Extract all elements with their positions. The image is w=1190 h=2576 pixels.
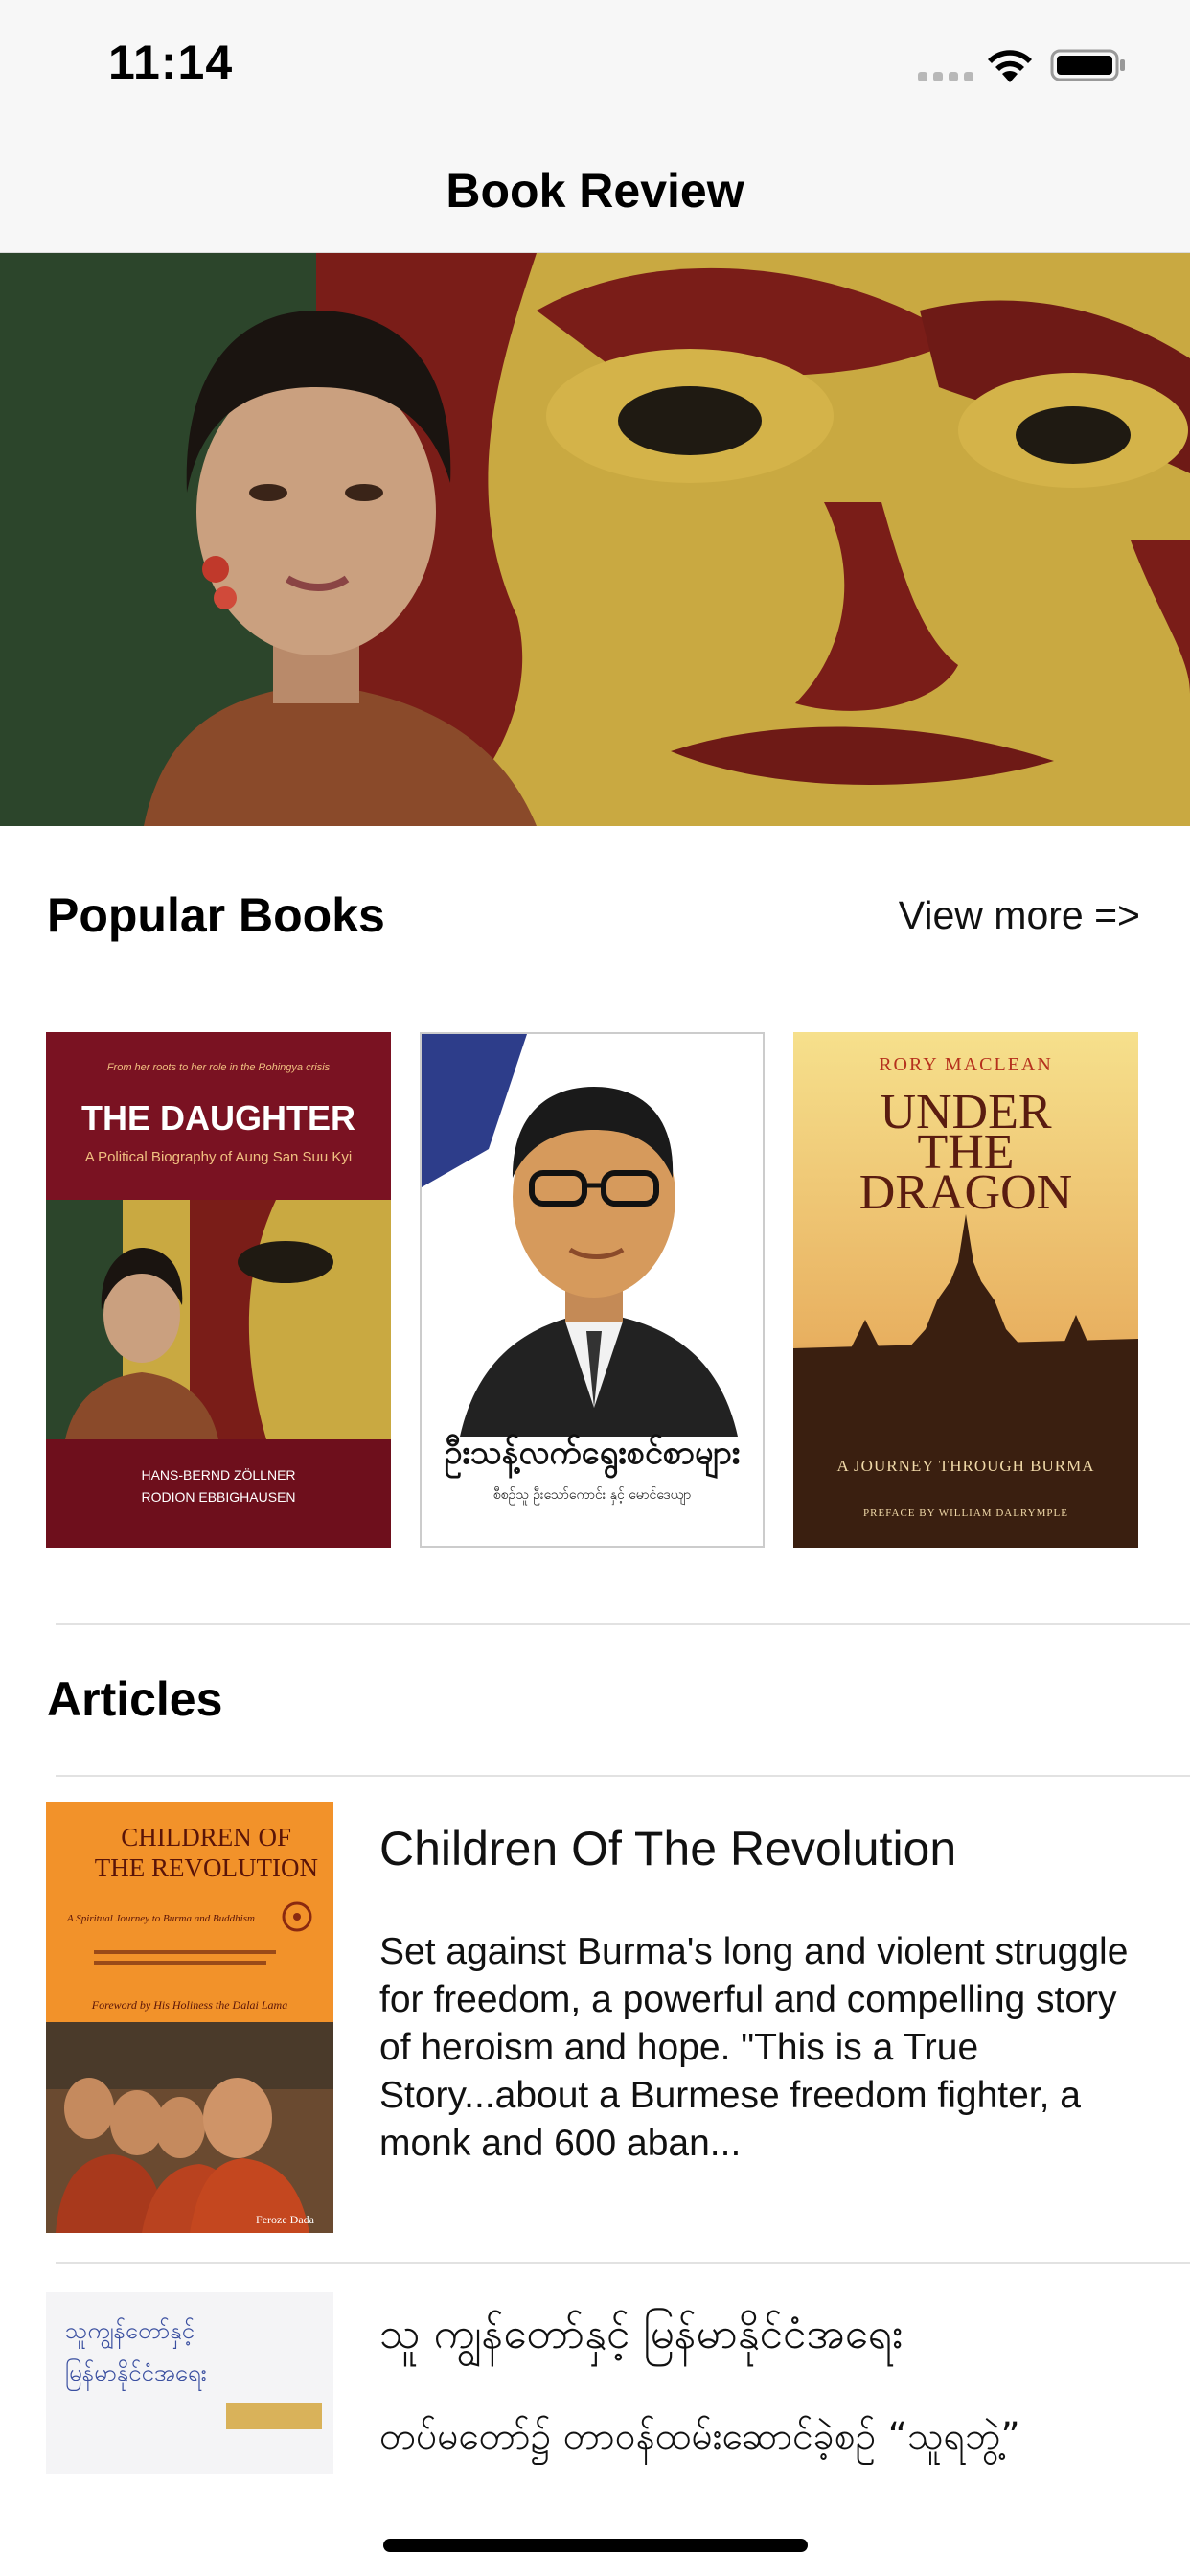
book-author-2: RODION EBBIGHAUSEN (141, 1489, 295, 1505)
status-bar: 11:14 (0, 0, 1190, 144)
cover-author: Feroze Dada (256, 2213, 315, 2226)
section-divider (56, 1623, 1190, 1625)
book-title: THE DAUGHTER (81, 1098, 355, 1138)
battery-icon (1050, 49, 1125, 81)
article-thumbnail: CHILDREN OF THE REVOLUTION A Spiritual J… (46, 1802, 333, 2233)
hero-illustration (0, 253, 1190, 826)
book-author: RORY MACLEAN (879, 1054, 1053, 1075)
cellular-signal-icon (918, 72, 973, 81)
articles-divider (56, 1775, 1190, 1777)
article-cover-art: သူကျွန်တော်နှင့် မြန်မာနိုင်ငံအရေး (46, 2292, 333, 2474)
article-description: Set against Burma's long and violent str… (379, 1931, 1129, 2164)
article-item-burma-affairs[interactable]: သူကျွန်တော်နှင့် မြန်မာနိုင်ငံအရေး သူ ကျ… (0, 2292, 1190, 2474)
book-tagline: From her roots to her role in the Rohing… (107, 1062, 331, 1073)
article-item-children-of-the-revolution[interactable]: CHILDREN OF THE REVOLUTION A Spiritual J… (0, 1802, 1190, 2262)
book-cover-art: ဦးသန့်လက်ရွေးစင်စာများ စီစဉ်သူ ဦးသော်ကော… (422, 1034, 763, 1546)
book-cover-u-thant-selected-writings[interactable]: ဦးသန့်လက်ရွေးစင်စာများ စီစဉ်သူ ဦးသော်ကော… (420, 1032, 765, 1548)
cover-foreword: Foreword by His Holiness the Dalai Lama (91, 1998, 287, 2012)
navigation-bar: Book Review (0, 144, 1190, 253)
cover-title-line-2: THE REVOLUTION (95, 1853, 318, 1882)
book-preface: PREFACE BY WILLIAM DALRYMPLE (863, 1507, 1068, 1519)
book-cover-the-daughter[interactable]: From her roots to her role in the Rohing… (46, 1032, 391, 1548)
cover-title-line-1: CHILDREN OF (121, 1823, 291, 1852)
book-subtitle: A JOURNEY THROUGH BURMA (836, 1457, 1094, 1475)
wifi-icon (988, 50, 1032, 82)
book-subtitle: စီစဉ်သူ ဦးသော်ကောင်း နှင့် မောင်ဒေယျာ (493, 1487, 691, 1505)
book-cover-art: From her roots to her role in the Rohing… (46, 1032, 391, 1548)
book-subtitle: A Political Biography of Aung San Suu Ky… (85, 1149, 353, 1165)
cover-subtitle: A Spiritual Journey to Burma and Buddhis… (66, 1913, 255, 1924)
book-title-line-3: DRAGON (859, 1165, 1072, 1220)
article-description: တပ်မတော်၌ တာဝန်ထမ်းဆောင်ခဲ့စဉ် “သူရဘွဲ့” (379, 2415, 1020, 2458)
article-thumbnail: သူကျွန်တော်နှင့် မြန်မာနိုင်ငံအရေး (46, 2292, 333, 2474)
article-divider (56, 2262, 1190, 2264)
book-title: ဦးသန့်လက်ရွေးစင်စာများ (445, 1434, 741, 1479)
book-author-1: HANS-BERND ZÖLLNER (141, 1466, 295, 1483)
cover-title-line-2: မြန်မာနိုင်ငံအရေး (65, 2358, 207, 2391)
popular-books-heading: Popular Books (47, 888, 385, 942)
article-title: သူ ကျွန်တော်နှင့် မြန်မာနိုင်ငံအရေး (379, 2310, 904, 2358)
bottom-safe-area (0, 2474, 1190, 2576)
home-indicator[interactable] (383, 2539, 808, 2552)
page-title: Book Review (446, 164, 744, 218)
hero-banner-image[interactable] (0, 253, 1190, 826)
book-cover-under-the-dragon[interactable]: RORY MACLEAN UNDER THE DRAGON A JOURNEY … (793, 1032, 1138, 1548)
articles-heading: Articles (47, 1672, 223, 1726)
status-time: 11:14 (108, 35, 234, 89)
article-title: Children Of The Revolution (379, 1822, 957, 1875)
view-more-link[interactable]: View more => (899, 893, 1140, 938)
book-cover-art: RORY MACLEAN UNDER THE DRAGON A JOURNEY … (793, 1032, 1138, 1548)
article-cover-art: CHILDREN OF THE REVOLUTION A Spiritual J… (46, 1802, 333, 2233)
